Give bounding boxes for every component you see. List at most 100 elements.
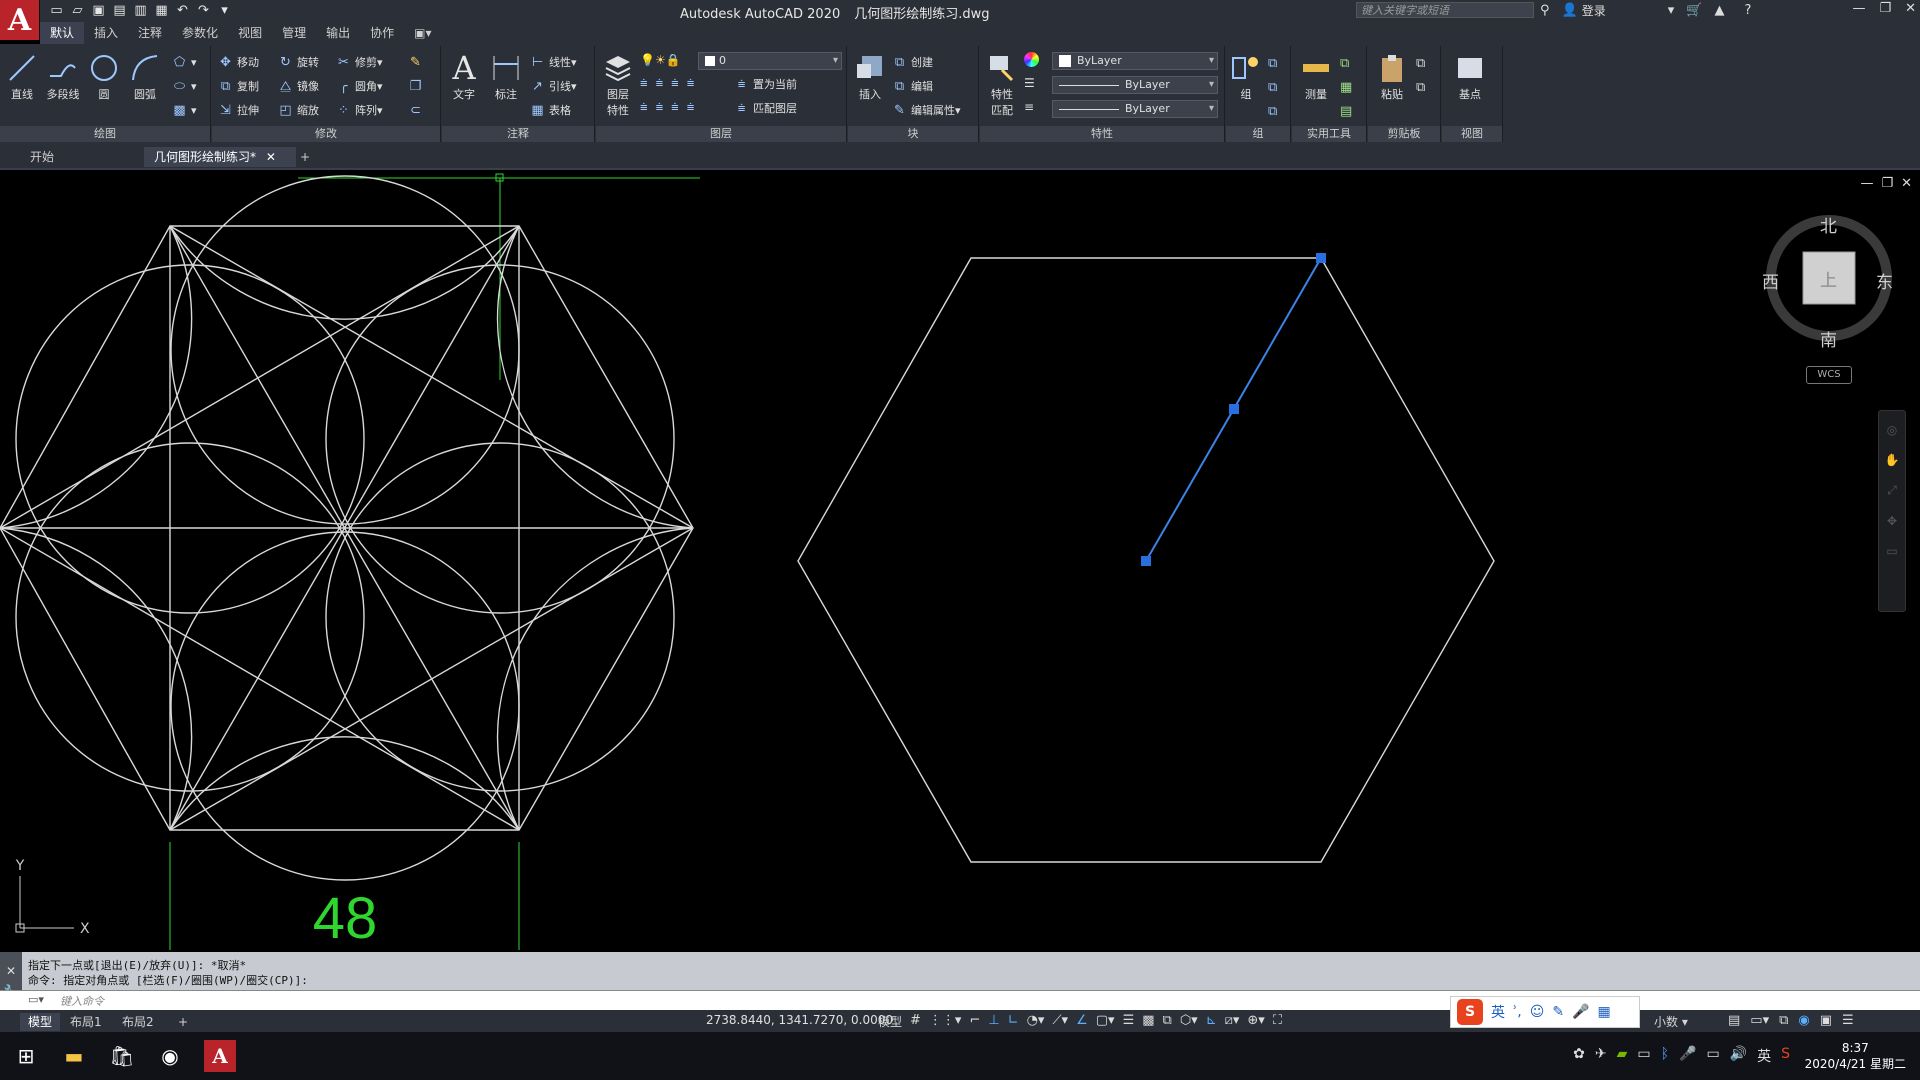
3d-snap-icon[interactable]: ⬡▾ — [1180, 1013, 1198, 1028]
measure-tool[interactable]: 测量 — [1296, 52, 1336, 102]
autocad-taskbar-icon[interactable]: A — [204, 1040, 236, 1072]
tray-mic-icon[interactable]: 🎤 — [1679, 1046, 1696, 1066]
drawing-svg[interactable]: 48 Y X — [0, 170, 1920, 950]
search-input[interactable]: 键入关键字或短语 — [1356, 2, 1534, 18]
open-icon[interactable]: ▱ — [69, 2, 86, 19]
taskbar-clock[interactable]: 8:37 2020/4/21 星期二 — [1805, 1040, 1906, 1072]
close-tab-icon[interactable]: ✕ — [266, 150, 276, 164]
text-tool[interactable]: A 文字 — [444, 52, 484, 102]
isolate-objects-icon[interactable]: ⧉ — [1779, 1013, 1788, 1028]
file-explorer-icon[interactable]: ▬ — [58, 1040, 90, 1072]
trim-tool[interactable]: ✂ 修剪 ▾ — [336, 52, 382, 72]
tab-manage[interactable]: 管理 — [272, 22, 316, 44]
lock-ui-icon[interactable]: ▭▾ — [1750, 1013, 1769, 1028]
sogou-logo-icon[interactable]: S — [1457, 999, 1483, 1025]
grip-end[interactable] — [1316, 253, 1326, 263]
ime-mic-icon[interactable]: 🎤 — [1572, 1004, 1589, 1020]
ime-pen-icon[interactable]: ✎ — [1552, 1004, 1564, 1020]
object-snap-icon[interactable]: ▢▾ — [1096, 1013, 1115, 1028]
hatch-tool[interactable]: ▩ ▾ — [172, 100, 196, 120]
selection-cycling-icon[interactable]: ⧉ — [1163, 1013, 1172, 1028]
tab-extra-icon[interactable]: ▣▾ — [404, 22, 441, 44]
grid-icon[interactable]: # — [910, 1013, 921, 1028]
linetype-dropdown[interactable]: ByLayer — [1052, 76, 1218, 94]
move-tool[interactable]: ✥ 移动 — [218, 52, 259, 72]
login-link[interactable]: 登录 — [1582, 2, 1606, 19]
leader-tool[interactable]: ↗ 引线 ▾ — [530, 76, 576, 96]
circle-tool[interactable]: 圆 — [84, 52, 124, 102]
ortho-icon[interactable]: ∟ — [1008, 1013, 1019, 1028]
showmotion-icon[interactable]: ▭ — [1879, 544, 1905, 558]
help-icon[interactable]: ? — [1744, 3, 1751, 18]
erase-tool[interactable]: ✎ — [408, 52, 427, 72]
explode-tool[interactable]: ❐ — [408, 76, 427, 96]
isodraft-icon[interactable]: ⟋▾ — [1052, 1013, 1068, 1028]
restore-icon[interactable]: ❐ — [1879, 1, 1891, 16]
cart-icon[interactable]: 🛒 — [1686, 3, 1702, 18]
group-tool[interactable]: 组 — [1226, 52, 1266, 102]
new-tab-button[interactable]: + — [290, 147, 320, 167]
tray-flower-icon[interactable]: ✿ — [1573, 1046, 1585, 1066]
orbit-icon[interactable]: ✥ — [1879, 514, 1905, 528]
edit-block-tool[interactable]: ⧉ 编辑 — [892, 76, 933, 96]
store-icon[interactable]: 🛍 — [106, 1040, 138, 1072]
units-dropdown[interactable]: 小数 ▾ — [1654, 1013, 1688, 1030]
transparency-icon[interactable]: ▩ — [1142, 1013, 1154, 1028]
tab-insert[interactable]: 插入 — [84, 22, 128, 44]
add-layout-button[interactable]: + — [170, 1013, 196, 1031]
viewcube-west[interactable]: 西 — [1762, 268, 1779, 293]
line-tool[interactable]: 直线 — [2, 52, 42, 102]
vp-close-icon[interactable]: ✕ — [1901, 176, 1912, 191]
customization-icon[interactable]: ☰ — [1842, 1013, 1854, 1028]
selected-line[interactable] — [1141, 253, 1326, 566]
ime-punct-icon[interactable]: ʾ, — [1513, 1004, 1522, 1020]
tray-language[interactable]: 英 — [1757, 1046, 1771, 1066]
layout-tab-model[interactable]: 模型 — [20, 1013, 61, 1031]
polygon-tool[interactable]: ⬠ ▾ — [172, 52, 197, 72]
tab-annotate[interactable]: 注释 — [128, 22, 172, 44]
ime-language[interactable]: 英 — [1491, 1002, 1505, 1022]
rotate-tool[interactable]: ↻ 旋转 — [278, 52, 319, 72]
base-point-tool[interactable]: 基点 — [1450, 52, 1490, 102]
layer-dropdown[interactable]: 0 — [698, 52, 842, 70]
save-icon[interactable]: ▣ — [90, 2, 107, 19]
chrome-icon[interactable]: ◉ — [154, 1040, 186, 1072]
arc-tool[interactable]: 圆弧 — [125, 52, 165, 102]
a360-icon[interactable]: ▲ — [1714, 3, 1724, 18]
layer-properties-tool[interactable]: 图层 特性 — [598, 52, 638, 118]
steeringwheel-icon[interactable]: ◎ — [1879, 423, 1905, 437]
saveas-icon[interactable]: ▤ — [111, 2, 128, 19]
clean-screen-icon[interactable]: ▣ — [1820, 1013, 1832, 1028]
selection-filter-icon[interactable]: ⧄▾ — [1225, 1013, 1240, 1028]
dimension-tool[interactable]: 标注 — [486, 52, 526, 102]
array-tool[interactable]: ⁘ 阵列 ▾ — [336, 100, 382, 120]
ime-emoji-icon[interactable]: ☺ — [1530, 1004, 1545, 1020]
mirror-tool[interactable]: ⧋ 镜像 — [278, 76, 319, 96]
lineweight-toggle-icon[interactable]: ☰ — [1123, 1013, 1135, 1028]
annotation-panel-title[interactable]: 注释 — [442, 126, 594, 142]
linear-tool[interactable]: ⊢ 线性 ▾ — [530, 52, 577, 72]
properties-panel-title[interactable]: 特性 — [980, 126, 1224, 142]
object-snap-tracking-icon[interactable]: ∠ — [1076, 1013, 1088, 1028]
layout-tab-1[interactable]: 布局1 — [62, 1013, 110, 1031]
utilities-panel-title[interactable]: 实用工具 — [1292, 126, 1366, 142]
infer-icon[interactable]: ⌐ — [969, 1013, 980, 1028]
fillet-tool[interactable]: ╭ 圆角 ▾ — [336, 76, 383, 96]
tab-start[interactable]: 开始 — [20, 147, 64, 167]
draw-panel-title[interactable]: 绘图 — [0, 126, 210, 142]
edit-attributes-tool[interactable]: ✎ 编辑属性 ▾ — [892, 100, 960, 120]
minimize-icon[interactable]: — — [1852, 1, 1865, 16]
grip-start[interactable] — [1141, 556, 1151, 566]
set-current-tool[interactable]: ⩧ 置为当前 — [734, 74, 797, 94]
redo-icon[interactable]: ↷ — [195, 2, 212, 19]
wcs-menu[interactable]: WCS — [1806, 366, 1852, 384]
windows-start-icon[interactable]: ⊞ — [10, 1040, 42, 1072]
tray-disk-icon[interactable]: ▭ — [1637, 1046, 1650, 1066]
ellipse-tool[interactable]: ⬭ ▾ — [172, 76, 197, 96]
graphics-performance-icon[interactable]: ◉ — [1798, 1013, 1809, 1028]
view-panel-title[interactable]: 视图 — [1442, 126, 1502, 142]
grip-mid[interactable] — [1229, 404, 1239, 414]
binoculars-icon[interactable]: ⚲ — [1540, 3, 1550, 18]
coordinates-readout[interactable]: 2738.8440, 1341.7270, 0.0000 — [706, 1013, 893, 1027]
create-block-tool[interactable]: ⧉ 创建 — [892, 52, 933, 72]
